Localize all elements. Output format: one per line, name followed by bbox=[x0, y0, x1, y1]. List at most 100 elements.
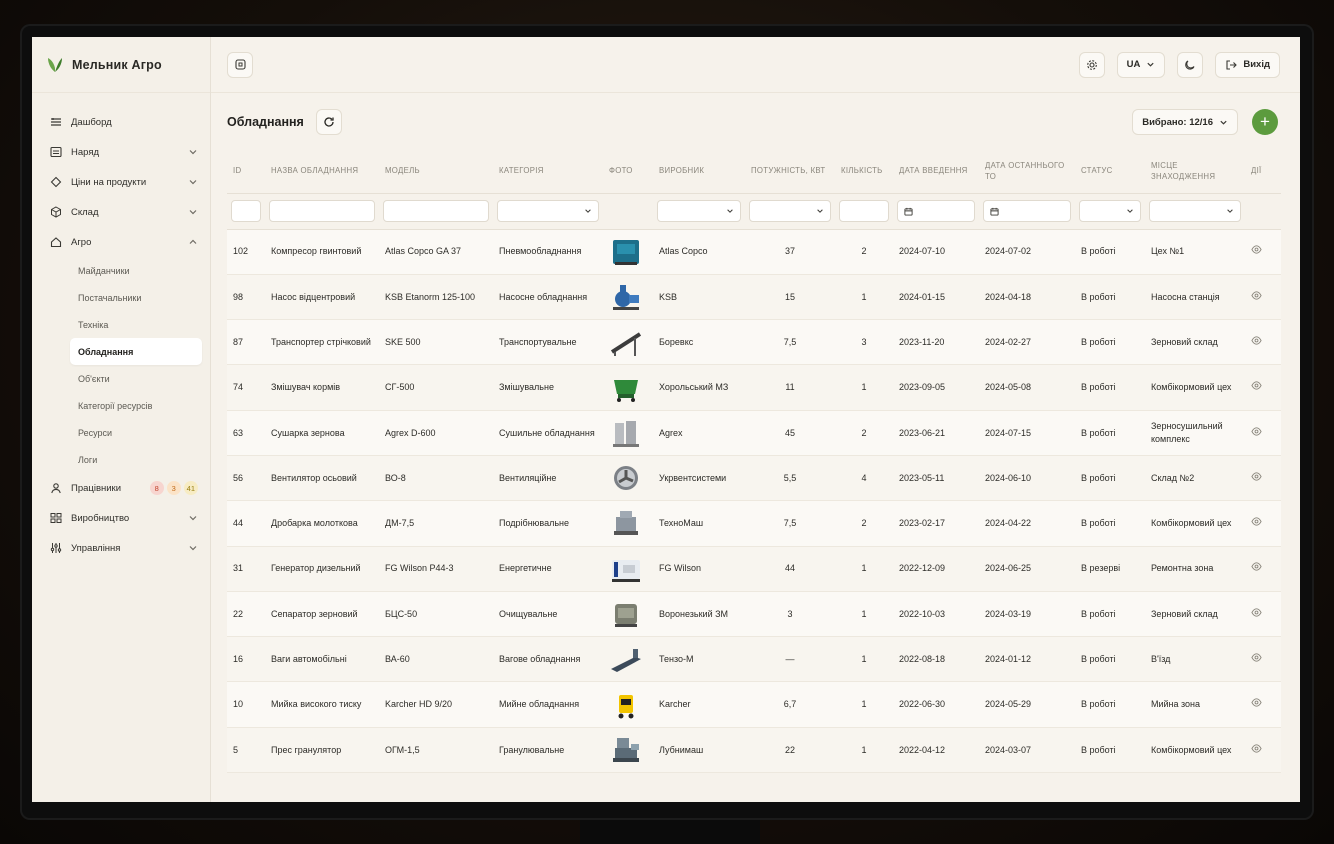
sidebar-subitem-equipment[interactable]: Обладнання bbox=[70, 338, 202, 365]
table-row[interactable]: 74 Змішувач кормів СГ-500 Змішувальне Хороль… bbox=[227, 364, 1281, 411]
table-row[interactable]: 31 Генератор дизельний FG Wilson P44-3 Енер… bbox=[227, 546, 1281, 592]
filter-power-select[interactable] bbox=[749, 200, 831, 222]
cell-status: В роботі bbox=[1075, 681, 1145, 728]
cell-category: Гранулювальне bbox=[493, 727, 603, 774]
equipment-photo-washer[interactable] bbox=[609, 689, 643, 721]
equipment-photo-press[interactable] bbox=[609, 734, 643, 766]
column-header[interactable]: ID bbox=[227, 151, 265, 194]
eye-icon[interactable] bbox=[1251, 335, 1262, 346]
filter-maker-select[interactable] bbox=[657, 200, 741, 222]
filter-id-input[interactable] bbox=[231, 200, 261, 222]
filter-place-select[interactable] bbox=[1149, 200, 1241, 222]
equipment-photo-crusher[interactable] bbox=[609, 507, 643, 539]
sidebar-subitem-resource-categories[interactable]: Категорії ресурсів bbox=[32, 392, 210, 419]
language-select[interactable]: UA bbox=[1116, 51, 1166, 78]
eye-icon[interactable] bbox=[1251, 697, 1262, 708]
add-equipment-button[interactable]: + bbox=[1252, 109, 1278, 135]
cell-category: Пневмообладнання bbox=[493, 229, 603, 275]
equipment-photo-conveyor[interactable] bbox=[609, 326, 643, 358]
sidebar-subitem-machinery[interactable]: Техніка bbox=[32, 311, 210, 338]
sidebar-item-agro[interactable]: Агро bbox=[32, 227, 210, 257]
box-icon bbox=[50, 206, 62, 218]
sidebar-subitem-suppliers[interactable]: Постачальники bbox=[32, 284, 210, 311]
column-header[interactable]: Модель bbox=[379, 151, 493, 194]
eye-icon[interactable] bbox=[1251, 652, 1262, 663]
sidebar-subitem-sites[interactable]: Майданчики bbox=[32, 257, 210, 284]
eye-icon[interactable] bbox=[1251, 244, 1262, 255]
column-header[interactable]: Дата введення bbox=[893, 151, 979, 194]
badge-yellow: 41 bbox=[183, 481, 198, 495]
sidebar-item-warehouse[interactable]: Склад bbox=[32, 197, 210, 227]
column-header[interactable]: Кількість bbox=[835, 151, 893, 194]
eye-icon[interactable] bbox=[1251, 471, 1262, 482]
equipment-photo-mixer[interactable] bbox=[609, 372, 643, 404]
sidebar-item-production[interactable]: Виробництво bbox=[32, 503, 210, 533]
column-header[interactable]: Виробник bbox=[653, 151, 745, 194]
column-header[interactable]: Категорія bbox=[493, 151, 603, 194]
equipment-photo-compressor[interactable] bbox=[609, 236, 643, 268]
filter-date-in-input[interactable] bbox=[897, 200, 975, 222]
sidebar-item-label: Дашборд bbox=[71, 116, 112, 128]
sidebar-subitem-resources[interactable]: Ресурси bbox=[32, 419, 210, 446]
table-row[interactable]: 5 Прес гранулятор ОГМ-1,5 Гранулювальне Лубн… bbox=[227, 727, 1281, 774]
theme-toggle-button[interactable] bbox=[1177, 51, 1204, 78]
refresh-button[interactable] bbox=[315, 109, 342, 135]
eye-icon[interactable] bbox=[1251, 743, 1262, 754]
table-row[interactable]: 87 Транспортер стрічковий SKE 500 Транспорт… bbox=[227, 319, 1281, 366]
cell-status: В резерві bbox=[1075, 546, 1145, 592]
cell-photo bbox=[603, 319, 653, 366]
settings-button[interactable] bbox=[1078, 51, 1105, 78]
filter-qty-input[interactable] bbox=[839, 200, 889, 222]
brand[interactable]: Мельник Агро bbox=[32, 37, 210, 93]
sidebar-item-naryad[interactable]: Наряд bbox=[32, 137, 210, 167]
cell-place: Насосна станція bbox=[1145, 274, 1245, 321]
sidebar-item-prices[interactable]: Ціни на продукти bbox=[32, 167, 210, 197]
table-row[interactable]: 16 Ваги автомобільні ВА-60 Вагове обладнанн… bbox=[227, 636, 1281, 683]
filter-status-select[interactable] bbox=[1079, 200, 1141, 222]
cell-power: 7,5 bbox=[745, 500, 835, 547]
chevron-down-icon bbox=[189, 150, 197, 155]
equipment-photo-separator[interactable] bbox=[609, 598, 643, 630]
cell-model: Karcher HD 9/20 bbox=[379, 681, 493, 728]
eye-icon[interactable] bbox=[1251, 426, 1262, 437]
cell-status: В роботі bbox=[1075, 319, 1145, 366]
filter-date-to-input[interactable] bbox=[983, 200, 1071, 222]
equipment-photo-fan[interactable] bbox=[609, 462, 643, 494]
table-row[interactable]: 10 Мийка високого тиску Karcher HD 9/20 Мий… bbox=[227, 681, 1281, 728]
equipment-photo-pump[interactable] bbox=[609, 281, 643, 313]
column-header[interactable]: Потужність, кВт bbox=[745, 151, 835, 194]
column-header[interactable]: Назва обладнання bbox=[265, 151, 379, 194]
logout-button[interactable]: Вихід bbox=[1215, 51, 1280, 78]
plus-icon: + bbox=[1260, 112, 1270, 131]
table-row[interactable]: 22 Сепаратор зерновий БЦС-50 Очищувальне Вор… bbox=[227, 591, 1281, 638]
filter-model-input[interactable] bbox=[383, 200, 489, 222]
eye-icon[interactable] bbox=[1251, 290, 1262, 301]
table-row[interactable]: 102 Компресор гвинтовий Atlas Copco GA 37 П… bbox=[227, 229, 1281, 275]
sidebar-item-workers[interactable]: Працівники 8 3 41 bbox=[32, 473, 210, 503]
eye-icon[interactable] bbox=[1251, 516, 1262, 527]
equipment-photo-scale[interactable] bbox=[609, 643, 643, 675]
sidebar-subitem-objects[interactable]: Об'єкти bbox=[32, 365, 210, 392]
column-header[interactable]: Статус bbox=[1075, 151, 1145, 194]
eye-icon[interactable] bbox=[1251, 561, 1262, 572]
filter-name-input[interactable] bbox=[269, 200, 375, 222]
eye-icon[interactable] bbox=[1251, 380, 1262, 391]
equipment-photo-dryer[interactable] bbox=[609, 417, 643, 449]
table-row[interactable]: 56 Вентилятор осьовий ВО-8 Вентиляційне Укрв… bbox=[227, 455, 1281, 502]
sidebar-toggle-button[interactable] bbox=[227, 51, 253, 78]
eye-icon[interactable] bbox=[1251, 607, 1262, 618]
filter-category-select[interactable] bbox=[497, 200, 599, 222]
cell-qty: 3 bbox=[835, 319, 893, 366]
column-header[interactable]: Місце знаходження bbox=[1145, 151, 1245, 194]
sidebar-item-management[interactable]: Управління bbox=[32, 533, 210, 563]
cell-id: 98 bbox=[227, 274, 265, 321]
sidebar-subitem-logs[interactable]: Логи bbox=[32, 446, 210, 473]
sidebar-item-dashboard[interactable]: Дашборд bbox=[32, 107, 210, 137]
table-row[interactable]: 63 Сушарка зернова Agrex D-600 Сушильне обл… bbox=[227, 410, 1281, 456]
cell-actions bbox=[1245, 319, 1281, 366]
table-row[interactable]: 98 Насос відцентровий KSB Etanorm 125-100 Н… bbox=[227, 274, 1281, 321]
equipment-photo-generator[interactable] bbox=[609, 553, 643, 585]
column-header[interactable]: Дата останнього ТО bbox=[979, 151, 1075, 194]
column-selector-button[interactable]: Вибрано: 12/16 bbox=[1132, 109, 1238, 135]
table-row[interactable]: 44 Дробарка молоткова ДМ-7,5 Подрібнювальне… bbox=[227, 500, 1281, 547]
